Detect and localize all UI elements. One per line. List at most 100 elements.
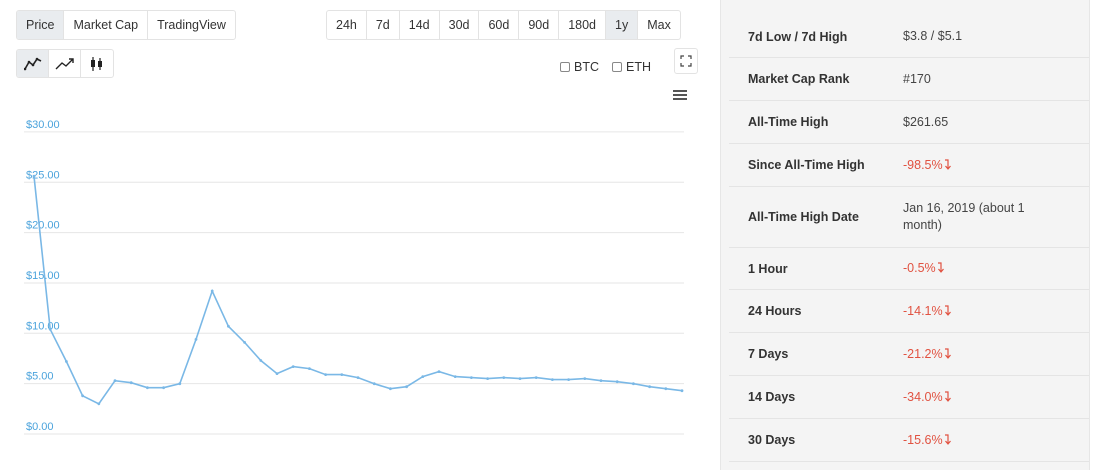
data-point — [243, 341, 247, 344]
data-point — [615, 380, 619, 384]
stat-row: Market Cap Rank #170 — [729, 58, 1089, 101]
stat-row: 30 Days -15.6% — [729, 419, 1089, 462]
data-point — [470, 376, 473, 379]
stat-row: 24 Hours -14.1% — [729, 290, 1089, 333]
line-chart-button[interactable] — [17, 50, 49, 77]
data-point — [227, 324, 230, 328]
down-arrow-icon — [944, 347, 951, 359]
compare-btc-checkbox[interactable]: BTC — [560, 60, 599, 74]
price-chart[interactable]: $30.00 $25.00 $20.00 $15.00 $10.00 $5.00 $0.00 — [0, 100, 720, 470]
stat-value: -0.5% — [903, 260, 1053, 277]
down-arrow-icon — [944, 304, 951, 316]
data-point — [356, 376, 360, 379]
time-range-selector: 24h 7d 14d 30d 60d 90d 180d 1y Max — [326, 10, 681, 40]
checkbox-icon — [612, 62, 622, 72]
data-point — [583, 377, 587, 380]
trend-arrow-icon — [55, 57, 74, 69]
stat-label: All-Time High — [748, 115, 829, 129]
data-point — [324, 373, 327, 376]
data-point — [486, 377, 489, 380]
y-tick-label: $10.00 — [26, 320, 60, 332]
chart-type-selector — [16, 49, 114, 78]
stat-label: All-Time High Date — [748, 210, 859, 224]
data-point — [32, 174, 36, 178]
range-30d-button[interactable]: 30d — [440, 11, 480, 39]
stat-value: #170 — [903, 71, 1053, 88]
data-point — [502, 376, 506, 379]
range-7d-button[interactable]: 7d — [367, 11, 400, 39]
stat-value-text: -15.6% — [903, 432, 943, 447]
data-point — [567, 378, 570, 381]
data-point — [632, 382, 635, 386]
stat-value-text: -34.0% — [903, 389, 943, 404]
data-point — [210, 289, 214, 293]
stat-label: 30 Days — [748, 433, 796, 447]
stat-row: All-Time High Date Jan 16, 2019 (about 1 … — [729, 187, 1089, 248]
stat-row: 7 Days -21.2% — [729, 333, 1089, 376]
compare-btc-label: BTC — [574, 60, 599, 74]
stat-value-text: Jan 16, 2019 (about 1 month) — [903, 201, 1025, 232]
stat-value-text: -98.5% — [903, 157, 943, 172]
compare-eth-label: ETH — [626, 60, 651, 74]
down-arrow-icon — [944, 390, 951, 402]
data-point — [178, 382, 182, 386]
y-axis-labels: $30.00 $25.00 $20.00 $15.00 $10.00 $5.00 $0.00 — [26, 119, 60, 433]
data-point — [453, 375, 457, 378]
stat-value: $261.65 — [903, 114, 1053, 131]
y-tick-label: $5.00 — [26, 371, 54, 383]
stat-label: Since All-Time High — [748, 158, 865, 172]
data-point — [129, 381, 133, 385]
stat-value-text: $261.65 — [903, 114, 949, 129]
stat-label: Market Cap Rank — [748, 72, 850, 86]
stat-label: 1 Hour — [748, 261, 788, 276]
stat-value-text: $3.8 / $5.1 — [903, 29, 963, 43]
chart-tabs: Price Market Cap TradingView — [16, 10, 236, 40]
range-180d-button[interactable]: 180d — [559, 11, 607, 39]
data-point — [162, 386, 166, 390]
stat-row: 14 Days -34.0% — [729, 376, 1089, 419]
down-arrow-icon — [944, 158, 951, 170]
stat-row: Since All-Time High -98.5% — [729, 144, 1089, 187]
data-point — [405, 385, 408, 389]
data-point — [308, 367, 311, 370]
data-point — [534, 376, 538, 379]
data-point — [194, 338, 198, 341]
stat-row: All-Time High $261.65 — [729, 101, 1089, 144]
y-tick-label: $0.00 — [26, 421, 54, 433]
y-tick-label: $30.00 — [26, 119, 60, 131]
y-tick-label: $25.00 — [26, 169, 60, 181]
stat-value: Jan 16, 2019 (about 1 month) — [903, 200, 1053, 234]
stat-value: -98.5% — [903, 157, 1053, 174]
data-point — [372, 382, 376, 386]
range-max-button[interactable]: Max — [638, 11, 680, 39]
expand-icon — [680, 55, 692, 67]
range-24h-button[interactable]: 24h — [327, 11, 367, 39]
data-point — [599, 379, 603, 383]
stat-value: $3.8 / $5.1 — [903, 28, 1053, 45]
stat-label: 14 Days — [748, 390, 796, 404]
compare-eth-checkbox[interactable]: ETH — [612, 60, 651, 74]
stat-value: -15.6% — [903, 432, 1053, 449]
range-90d-button[interactable]: 90d — [519, 11, 560, 39]
price-statistics-panel: 7d Low / 7d High $3.8 / $5.1 Market Cap Ra… — [720, 0, 1090, 470]
tab-market-cap[interactable]: Market Cap — [64, 11, 149, 39]
expand-button[interactable] — [674, 48, 698, 74]
data-point — [340, 373, 344, 376]
stat-value-text: -21.2% — [903, 346, 943, 361]
data-point — [97, 402, 101, 406]
data-point — [81, 394, 84, 398]
price-series-points — [32, 174, 684, 406]
range-14d-button[interactable]: 14d — [400, 11, 440, 39]
range-60d-button[interactable]: 60d — [479, 11, 520, 39]
data-point — [437, 370, 441, 373]
y-tick-label: $20.00 — [26, 220, 60, 232]
candlestick-chart-button[interactable] — [81, 50, 113, 77]
stat-value-text: -14.1% — [903, 303, 943, 318]
tab-tradingview[interactable]: TradingView — [148, 11, 235, 39]
tab-price[interactable]: Price — [17, 11, 65, 39]
data-point — [146, 386, 149, 390]
data-point — [648, 385, 651, 389]
range-1y-button[interactable]: 1y — [606, 11, 639, 39]
trend-chart-button[interactable] — [49, 50, 81, 77]
data-point — [113, 379, 117, 383]
